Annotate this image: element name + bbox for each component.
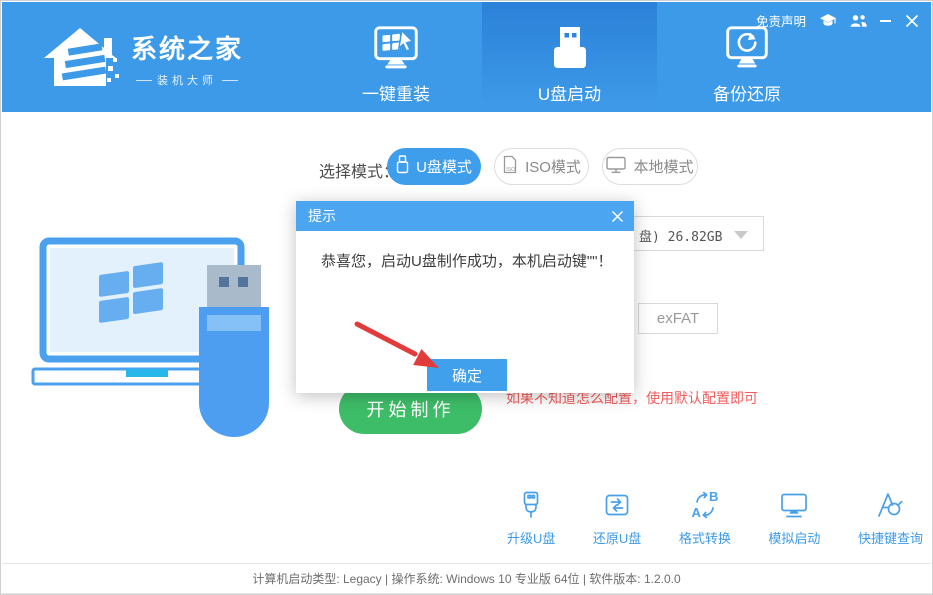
- dialog-close-icon[interactable]: [611, 210, 624, 223]
- status-text: 计算机启动类型: Legacy | 操作系统: Windows 10 专业版 6…: [252, 572, 681, 586]
- tool-upgrade-usb[interactable]: 升级U盘: [507, 487, 555, 547]
- tool-label: 还原U盘: [592, 531, 642, 546]
- tip-dialog: 提示 恭喜您，启动U盘制作成功，本机启动键""！ 确定: [296, 201, 634, 393]
- dialog-title: 提示: [308, 208, 336, 224]
- backup-restore-icon: [720, 22, 774, 78]
- decorative-dash: [222, 79, 238, 81]
- tool-label: 快捷键查询: [857, 531, 923, 546]
- svg-text:ISO: ISO: [506, 167, 515, 173]
- restore-cycle-icon: [601, 487, 633, 521]
- usb-device-value: 盘) 26.82GB: [639, 230, 723, 245]
- svg-text:A: A: [691, 505, 701, 520]
- mode-label: 本地模式: [633, 159, 694, 176]
- svg-text:B: B: [709, 489, 718, 504]
- dialog-message: 恭喜您，启动U盘制作成功，本机启动键""！: [321, 253, 613, 270]
- decorative-dash: [136, 79, 152, 81]
- usb-drive-icon: [542, 22, 598, 78]
- window-controls: 免责声明: [756, 11, 919, 30]
- tool-label: 模拟启动: [768, 531, 821, 546]
- hotkey-search-icon: [874, 487, 906, 521]
- tool-simulate-boot[interactable]: 模拟启动: [768, 487, 820, 547]
- brand-subtitle: 装机大师: [157, 75, 217, 87]
- usb-plug-icon: [515, 487, 547, 521]
- dropdown-caret-icon: [734, 231, 748, 239]
- reinstall-monitor-icon: [369, 22, 423, 78]
- monitor-icon: [778, 487, 810, 521]
- tab-usb-boot[interactable]: U盘启动: [482, 2, 657, 112]
- graduation-cap-icon[interactable]: [819, 13, 837, 28]
- tool-label: 格式转换: [678, 531, 731, 546]
- tab-one-key-reinstall[interactable]: 一键重装: [330, 2, 462, 112]
- tool-label: 升级U盘: [507, 531, 556, 546]
- close-button[interactable]: [905, 14, 919, 28]
- a-to-b-convert-icon: A B: [689, 487, 721, 521]
- tool-format-convert[interactable]: A B 格式转换: [679, 487, 731, 547]
- mode-label: U盘模式: [416, 159, 472, 176]
- disclaimer-link[interactable]: 免责声明: [756, 11, 806, 30]
- tab-label: 一键重装: [362, 85, 430, 104]
- status-bar: 计算机启动类型: Legacy | 操作系统: Windows 10 专业版 6…: [2, 564, 931, 593]
- app-window: 系统之家 装机大师 一键重装 U盘启动 备份还原 免责声明 选择模式： U盘模式…: [0, 0, 933, 595]
- tab-label: 备份还原: [713, 85, 781, 104]
- usb-small-icon: [396, 155, 409, 178]
- laptop-usb-illustration: [31, 229, 301, 444]
- iso-file-icon: ISO: [502, 155, 518, 178]
- footer-toolbar: 升级U盘 还原U盘 A B 格式转换 模拟启动 快捷键查询: [507, 487, 923, 547]
- brand-logo: 系统之家 装机大师: [38, 20, 246, 97]
- format-exfat-button[interactable]: exFAT: [638, 303, 718, 334]
- dialog-titlebar: 提示: [296, 201, 634, 231]
- dialog-ok-button[interactable]: 确定: [427, 359, 507, 391]
- brand-name: 系统之家: [130, 34, 243, 64]
- header: 系统之家 装机大师 一键重装 U盘启动 备份还原 免责声明: [2, 2, 931, 112]
- mode-usb-button[interactable]: U盘模式: [387, 148, 481, 185]
- mode-iso-button[interactable]: ISO ISO模式: [494, 148, 589, 185]
- tool-hotkey-query[interactable]: 快捷键查询: [858, 487, 923, 547]
- statusbar-bottom-divider: [2, 593, 931, 594]
- monitor-small-icon: [606, 156, 627, 178]
- tool-restore-usb[interactable]: 还原U盘: [593, 487, 641, 547]
- tab-label: U盘启动: [537, 85, 602, 104]
- mode-label: ISO模式: [525, 159, 581, 176]
- house-logo-icon: [38, 20, 122, 97]
- mode-local-button[interactable]: 本地模式: [602, 148, 698, 185]
- minimize-button[interactable]: [880, 19, 892, 23]
- user-group-icon[interactable]: [850, 14, 867, 28]
